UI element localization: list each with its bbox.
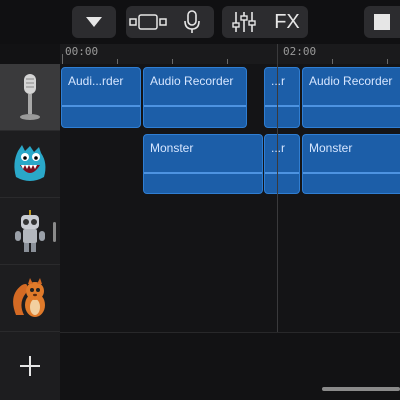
audio-region[interactable]: Audio Recorder	[302, 67, 400, 128]
track-header-squirrel[interactable]	[0, 265, 60, 332]
waveform	[144, 105, 246, 107]
track-header-audio-recorder[interactable]	[0, 64, 60, 131]
microphone-icon	[184, 10, 200, 33]
track-lane-audio-recorder[interactable]: Audi...rder Audio Recorder ...r Audio Re…	[60, 64, 400, 132]
ruler-label: 02:00	[283, 45, 317, 58]
mixer-sliders-icon	[232, 12, 256, 32]
fx-button[interactable]: FX	[266, 6, 308, 38]
robot-icon	[15, 210, 45, 252]
audio-region[interactable]: Audi...rder	[61, 67, 141, 128]
region-label: Audio Recorder	[309, 74, 393, 88]
waveform	[62, 105, 140, 107]
track-lane-squirrel[interactable]	[60, 265, 400, 333]
add-track-button[interactable]	[0, 332, 60, 400]
stop-icon	[364, 6, 400, 38]
mixer-fx-group: FX	[222, 6, 308, 38]
waveform	[144, 172, 262, 174]
audio-region[interactable]: Monster	[143, 134, 263, 194]
toolbar: FX	[0, 0, 400, 44]
record-input-button[interactable]	[170, 6, 214, 38]
view-record-group	[126, 6, 214, 38]
region-label: ...r	[271, 74, 285, 88]
region-label: ...r	[271, 141, 285, 155]
audio-region[interactable]: ...r	[264, 67, 300, 128]
playhead[interactable]	[277, 44, 278, 332]
track-lane-robot[interactable]	[60, 198, 400, 266]
track-lane-monster[interactable]: Monster ...r Monster	[60, 131, 400, 199]
vertical-scrollbar[interactable]	[53, 222, 56, 242]
region-label: Audi...rder	[68, 74, 124, 88]
audio-region[interactable]: Monster	[302, 134, 400, 194]
region-label: Monster	[150, 141, 194, 155]
track-header-robot[interactable]	[0, 198, 60, 265]
region-label: Audio Recorder	[150, 74, 234, 88]
region-label: Monster	[309, 141, 353, 155]
waveform	[265, 172, 299, 174]
monster-icon	[14, 145, 46, 181]
track-header-monster[interactable]	[0, 131, 60, 198]
plus-icon	[20, 356, 40, 376]
dropdown-button[interactable]	[72, 6, 116, 38]
ruler-tick	[62, 54, 63, 64]
triangle-down-icon	[72, 6, 116, 38]
stop-button[interactable]	[364, 6, 400, 38]
horizontal-scrollbar[interactable]	[322, 387, 400, 391]
microphone-icon	[20, 74, 40, 120]
waveform	[303, 172, 400, 174]
waveform	[303, 105, 400, 107]
mixer-button[interactable]	[222, 6, 266, 38]
track-view-button[interactable]	[126, 6, 170, 38]
waveform	[265, 105, 299, 107]
audio-region[interactable]: Audio Recorder	[143, 67, 247, 128]
audio-region[interactable]: ...r	[264, 134, 300, 194]
track-view-icon	[129, 14, 167, 30]
ruler-label: 00:00	[65, 45, 99, 58]
squirrel-icon	[13, 278, 45, 317]
timeline-ruler[interactable]: 00:00 02:00	[60, 44, 400, 65]
